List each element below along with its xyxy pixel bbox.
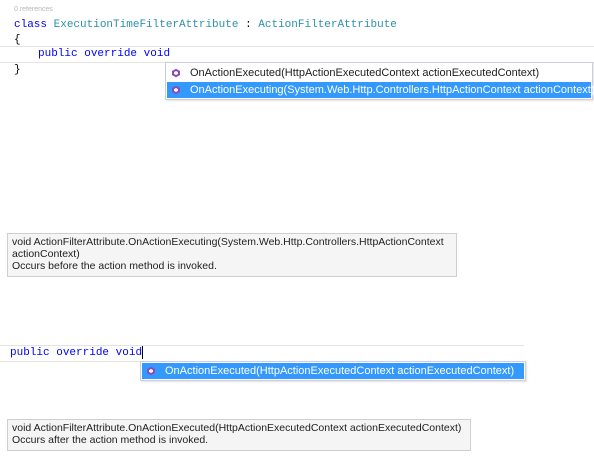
void-keyword: void <box>115 347 143 359</box>
tooltip-description: Occurs before the action method is invok… <box>12 260 217 272</box>
override-line-bottom[interactable]: public override void <box>10 346 142 360</box>
completion-list: OnActionExecuted(HttpActionExecutedConte… <box>165 62 594 100</box>
completion-item-label: OnActionExecuting(System.Web.Http.Contro… <box>190 84 594 96</box>
class-name[interactable]: ExecutionTimeFilterAttribute <box>54 19 239 31</box>
public-keyword: public <box>38 48 78 60</box>
quick-info-tooltip: void ActionFilterAttribute.OnActionExecu… <box>7 233 457 277</box>
inheritance-separator: : <box>238 19 259 31</box>
method-icon <box>172 68 180 78</box>
override-keyword: override <box>84 48 138 60</box>
tooltip-signature-line2: actionContext) <box>12 248 80 260</box>
completion-item-onactionexecuted[interactable]: OnActionExecuted(HttpActionExecutedConte… <box>167 65 591 81</box>
override-line-top[interactable]: public override void <box>38 47 170 61</box>
public-keyword: public <box>10 347 50 359</box>
class-declaration-line: class ExecutionTimeFilterAttribute : Act… <box>14 18 397 32</box>
completion-item-label: OnActionExecuted(HttpActionExecutedConte… <box>190 67 540 79</box>
class-keyword: class <box>14 19 48 31</box>
text-caret <box>142 346 143 359</box>
method-icon <box>172 85 180 95</box>
open-brace: { <box>14 34 21 46</box>
method-icon <box>147 366 155 376</box>
tooltip-signature-line1: void ActionFilterAttribute.OnActionExecu… <box>12 236 444 248</box>
tooltip-description: Occurs after the action method is invoke… <box>12 434 209 446</box>
tooltip-signature: void ActionFilterAttribute.OnActionExecu… <box>12 422 462 434</box>
references-codelens[interactable]: 0 references <box>14 6 53 14</box>
void-keyword: void <box>143 48 171 60</box>
completion-item-onactionexecuting[interactable]: OnActionExecuting(System.Web.Http.Contro… <box>167 82 594 98</box>
base-class-name[interactable]: ActionFilterAttribute <box>258 19 397 31</box>
quick-info-tooltip: void ActionFilterAttribute.OnActionExecu… <box>7 419 471 451</box>
completion-item-onactionexecuted[interactable]: OnActionExecuted(HttpActionExecutedConte… <box>142 363 524 379</box>
close-brace: } <box>14 64 21 76</box>
completion-list: OnActionExecuted(HttpActionExecutedConte… <box>140 361 526 381</box>
completion-item-label: OnActionExecuted(HttpActionExecutedConte… <box>165 365 515 377</box>
override-keyword: override <box>56 347 110 359</box>
